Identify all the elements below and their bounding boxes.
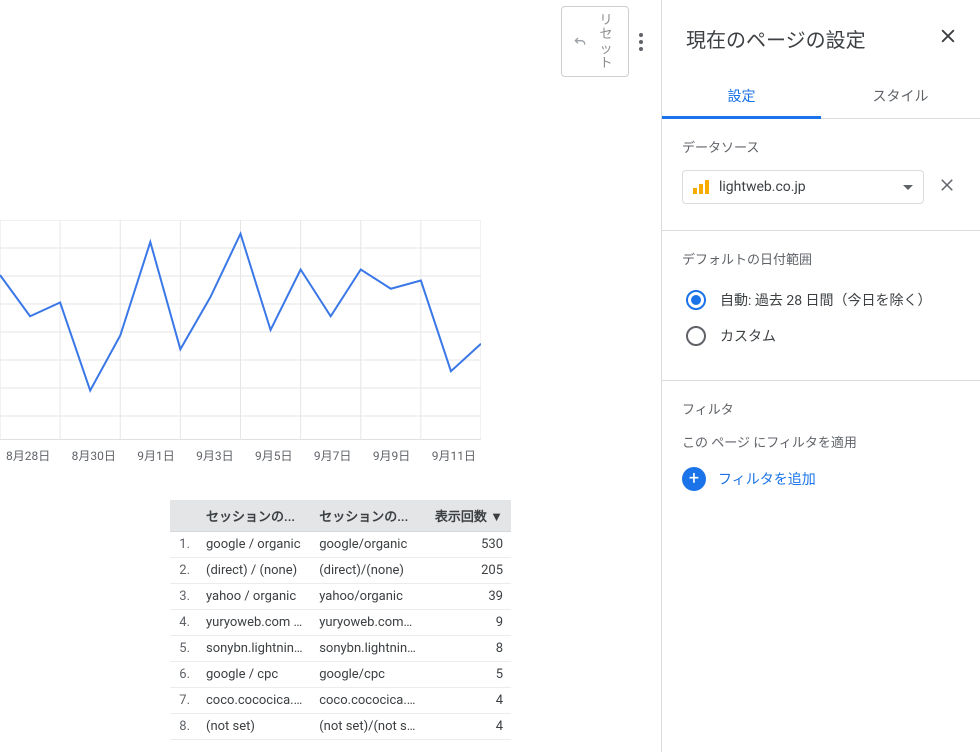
x-tick: 9月1日	[137, 447, 175, 464]
col-header-1[interactable]: セッションの...	[198, 500, 311, 532]
data-source-dropdown[interactable]: lightweb.co.jp	[682, 170, 924, 204]
table-row[interactable]: 3.yahoo / organicyahoo/organic39	[170, 584, 511, 610]
plus-icon: +	[682, 467, 706, 491]
radio-unselected-icon	[686, 326, 706, 346]
date-range-label: デフォルトの日付範囲	[682, 249, 960, 268]
table-row[interactable]: 2.(direct) / (none)(direct)/(none)205	[170, 558, 511, 584]
more-options-icon[interactable]	[633, 24, 649, 60]
reset-label: リセット	[594, 13, 618, 70]
sort-desc-icon: ▼	[490, 510, 503, 525]
x-tick: 9月9日	[373, 447, 411, 464]
table-row[interactable]: 4.yuryoweb.com / re...yuryoweb.com/ref..…	[170, 610, 511, 636]
col-header-2[interactable]: セッションの...	[311, 500, 424, 532]
line-chart: 8月28日8月30日9月1日9月3日9月5日9月7日9月9日9月11日	[0, 220, 481, 440]
x-tick: 9月3日	[196, 447, 234, 464]
radio-custom[interactable]: カスタム	[682, 318, 960, 354]
filter-desc: この ページ にフィルタを適用	[682, 432, 960, 451]
table-row[interactable]: 7.coco.cococica.co...coco.cococica.co...…	[170, 688, 511, 714]
x-tick: 9月11日	[432, 447, 476, 464]
filter-label: フィルタ	[682, 399, 960, 418]
x-tick: 8月28日	[6, 447, 50, 464]
data-source-label: データソース	[682, 137, 960, 156]
x-tick: 9月5日	[255, 447, 293, 464]
tab-settings[interactable]: 設定	[662, 74, 821, 119]
main-canvas: リセット 8月28日8月30日9月1	[0, 0, 662, 752]
undo-icon	[572, 34, 588, 50]
reset-button[interactable]: リセット	[561, 6, 629, 77]
tab-style[interactable]: スタイル	[821, 74, 980, 118]
table-row[interactable]: 6.google / cpcgoogle/cpc5	[170, 662, 511, 688]
table-row[interactable]: 8.(not set)(not set)/(not set)4	[170, 714, 511, 740]
table-row[interactable]: 5.sonybn.lightning.f...sonybn.lightning.…	[170, 636, 511, 662]
close-icon[interactable]	[934, 22, 962, 54]
chevron-down-icon	[903, 185, 913, 190]
x-tick: 9月7日	[314, 447, 352, 464]
add-filter-button[interactable]: + フィルタを追加	[682, 465, 960, 493]
x-tick: 8月30日	[72, 447, 116, 464]
radio-selected-icon	[686, 290, 706, 310]
clear-data-source-icon[interactable]	[934, 172, 960, 202]
panel-title: 現在のページの設定	[686, 24, 866, 53]
col-header-3[interactable]: 表示回数 ▼	[424, 500, 511, 532]
radio-auto[interactable]: 自動: 過去 28 日間（今日を除く）	[682, 282, 960, 318]
table-row[interactable]: 1.google / organicgoogle/organic530	[170, 532, 511, 558]
data-source-name: lightweb.co.jp	[719, 179, 893, 195]
settings-panel: 現在のページの設定 設定 スタイル データソース lightweb.co.jp	[662, 0, 980, 752]
data-table: セッションの... セッションの... 表示回数 ▼ 1.google / or…	[170, 500, 511, 740]
analytics-icon	[693, 180, 709, 194]
